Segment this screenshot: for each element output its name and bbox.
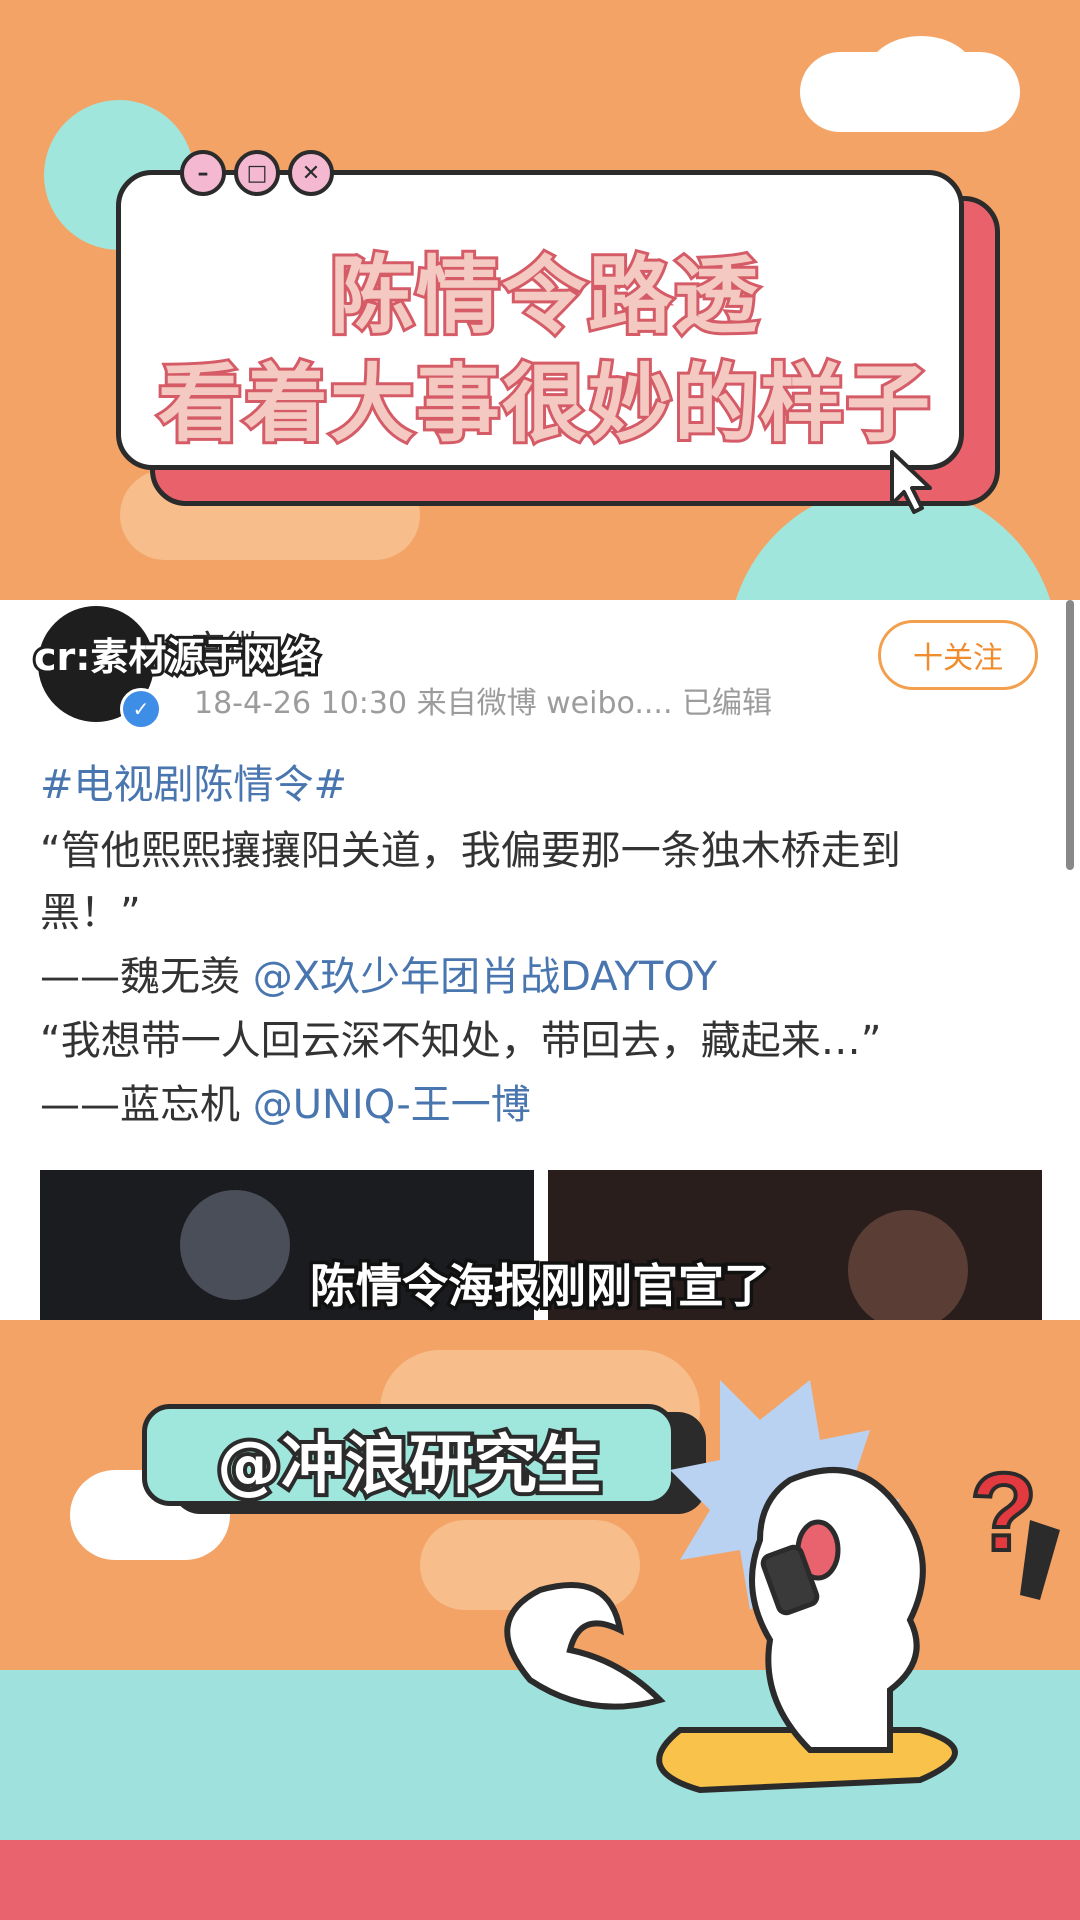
quote1-line1: “管他熙熙攘攘阳关道，我偏要那一条独木桥走到 bbox=[40, 828, 901, 874]
quote2-line: “我想带一人回云深不知处，带回去，藏起来…” bbox=[40, 1018, 882, 1064]
attribution-2: ——蓝忘机 @UNIQ-王一博 bbox=[40, 1072, 531, 1130]
scrollbar[interactable] bbox=[1066, 600, 1074, 870]
hashtag-link[interactable]: #电视剧陈情令# bbox=[40, 752, 347, 810]
attribution-1-prefix: ——魏无羡 bbox=[40, 954, 253, 1000]
mention-link-1[interactable]: @X玖少年团肖战DAYTOY bbox=[253, 954, 717, 1000]
title-line-2: 看着大事很妙的样子 bbox=[155, 352, 933, 456]
verified-badge: ✓ bbox=[120, 688, 162, 730]
source-watermark: cr:素材源于网络 bbox=[31, 632, 321, 682]
wave-splash bbox=[504, 1582, 666, 1710]
restore-icon[interactable]: □ bbox=[234, 150, 280, 196]
title-card: 陈情令路透 看着大事很妙的样子 bbox=[116, 170, 964, 470]
window-controls: – □ ✕ bbox=[180, 150, 334, 196]
surfing-ghost-mascot: ? bbox=[504, 1380, 1060, 1794]
shore-stripe bbox=[0, 1840, 1080, 1920]
cloud-decoration bbox=[866, 36, 976, 116]
attribution-1: ——魏无羡 @X玖少年团肖战DAYTOY bbox=[40, 944, 717, 1002]
quote1-line2: 黑！” bbox=[40, 890, 141, 936]
top-banner: 陈情令路透 看着大事很妙的样子 – □ ✕ bbox=[0, 0, 1080, 600]
attribution-2-prefix: ——蓝忘机 bbox=[40, 1082, 253, 1128]
minus-icon[interactable]: – bbox=[180, 150, 226, 196]
close-icon[interactable]: ✕ bbox=[288, 150, 334, 196]
title-line-1: 陈情令路透 bbox=[327, 244, 761, 348]
cursor-icon bbox=[890, 450, 932, 514]
follow-button[interactable]: 十关注 bbox=[878, 620, 1038, 690]
mention-link-2[interactable]: @UNIQ-王一博 bbox=[253, 1082, 531, 1128]
video-subtitle: 陈情令海报刚刚官宣了 bbox=[307, 1256, 774, 1317]
post-meta: 18-4-26 10:30 来自微博 weibo.... 已编辑 bbox=[194, 686, 773, 721]
